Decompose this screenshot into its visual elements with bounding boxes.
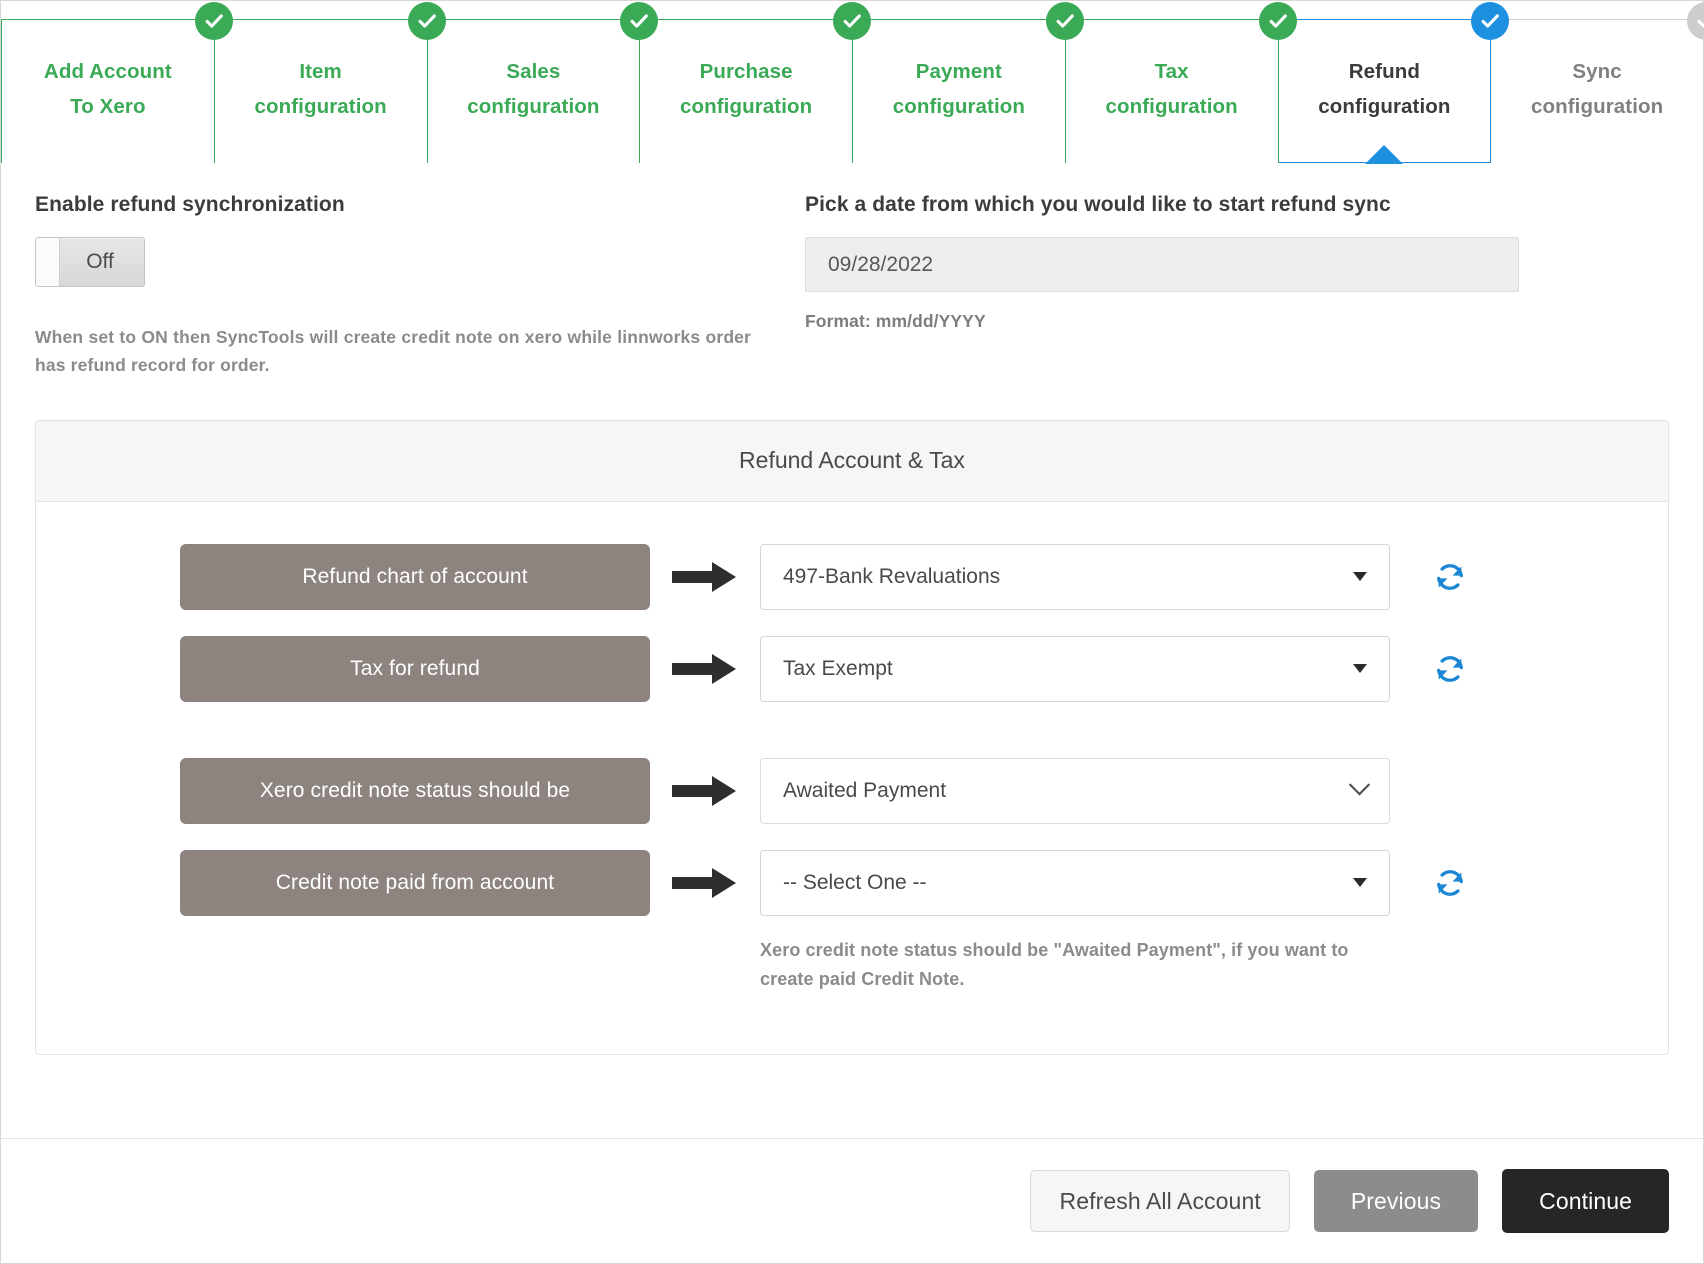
date-picker-column: Pick a date from which you would like to… xyxy=(805,193,1669,380)
check-icon xyxy=(1045,2,1084,40)
row-dropdown[interactable]: Awaited Payment xyxy=(760,757,1390,824)
stepper-step-3[interactable]: Sales configuration xyxy=(427,2,659,163)
row-dropdown[interactable]: Tax Exempt xyxy=(760,635,1390,702)
panel-row: Credit note paid from account -- Select O… xyxy=(36,849,1668,994)
stepper-step-8[interactable]: Sync configuration xyxy=(1491,2,1704,163)
top-settings-grid: Enable refund synchronization Off When s… xyxy=(35,193,1669,380)
check-icon xyxy=(407,2,446,40)
arrow-right-icon xyxy=(650,850,760,916)
row-control: 497-Bank Revaluations xyxy=(760,543,1390,610)
check-icon xyxy=(194,2,233,40)
stepper-step-label: Sync configuration xyxy=(1530,60,1664,119)
page-content: Enable refund synchronization Off When s… xyxy=(1,163,1703,1114)
row-control: Awaited Payment xyxy=(760,757,1390,824)
toggle-knob xyxy=(36,238,60,286)
stepper-step-6[interactable]: Tax configuration xyxy=(1065,2,1297,163)
refresh-icon[interactable] xyxy=(1390,544,1510,610)
dropdown-selected-value: 497-Bank Revaluations xyxy=(783,564,1001,588)
date-value: 09/28/2022 xyxy=(828,252,934,276)
enable-refund-sync-toggle[interactable]: Off xyxy=(35,237,145,287)
row-dropdown[interactable]: 497-Bank Revaluations xyxy=(760,543,1390,610)
footer-actions: Refresh All Account Previous Continue xyxy=(1,1138,1703,1263)
check-icon xyxy=(1687,2,1704,40)
stepper-step-label: Purchase configuration xyxy=(679,60,813,119)
arrow-right-icon xyxy=(650,636,760,702)
refund-sync-start-date-input[interactable]: 09/28/2022 xyxy=(805,237,1519,292)
row-note: Xero credit note status should be "Await… xyxy=(760,939,1349,989)
check-icon xyxy=(833,2,871,40)
stepper-step-2[interactable]: Item configuration xyxy=(214,2,446,163)
stepper-step-1[interactable]: Add Account To Xero xyxy=(1,2,233,163)
dropdown-selected-value: Awaited Payment xyxy=(783,778,947,802)
caret-down-icon[interactable] xyxy=(1353,664,1367,674)
stepper-step-label: Add Account To Xero xyxy=(43,60,172,119)
stepper-step-label: Item configuration xyxy=(254,60,387,119)
check-icon xyxy=(1258,2,1297,40)
enable-refund-sync-title: Enable refund synchronization xyxy=(35,193,345,216)
date-format-note: Format: mm/dd/YYYY xyxy=(805,311,986,331)
check-icon xyxy=(1471,2,1510,40)
arrow-right-icon xyxy=(650,758,760,824)
check-icon xyxy=(620,2,659,40)
refund-configuration-page: Add Account To Xero Item configuration Sal… xyxy=(0,0,1704,1264)
row-control: Tax Exempt xyxy=(760,635,1390,702)
chevron-down-icon[interactable] xyxy=(1348,774,1371,796)
continue-button[interactable]: Continue xyxy=(1502,1169,1669,1233)
row-label-button[interactable]: Refund chart of account xyxy=(180,543,650,610)
panel-row: Refund chart of account 497-Bank Revaluat… xyxy=(36,543,1668,610)
row-control: -- Select One -- Xero credit note status … xyxy=(760,849,1390,994)
date-picker-title: Pick a date from which you would like to… xyxy=(805,193,1391,216)
refresh-all-account-button[interactable]: Refresh All Account xyxy=(1030,1170,1290,1232)
caret-down-icon[interactable] xyxy=(1353,572,1367,582)
caret-down-icon[interactable] xyxy=(1353,878,1367,888)
dropdown-selected-value: -- Select One -- xyxy=(783,870,927,894)
wizard-stepper: Add Account To Xero Item configuration Sal… xyxy=(1,1,1704,164)
row-label-button[interactable]: Xero credit note status should be xyxy=(180,757,650,824)
toggle-state-label: Off xyxy=(86,250,114,273)
refund-sync-hint: When set to ON then SyncTools will creat… xyxy=(35,327,751,376)
arrow-right-icon xyxy=(650,544,760,610)
panel-row: Xero credit note status should be Awaited… xyxy=(36,757,1668,824)
refresh-icon[interactable] xyxy=(1390,850,1510,916)
active-step-caret-icon xyxy=(1365,145,1404,164)
panel-body: Refund chart of account 497-Bank Revaluat… xyxy=(36,502,1668,1054)
stepper-step-label: Payment configuration xyxy=(892,60,1025,119)
row-dropdown[interactable]: -- Select One -- xyxy=(760,849,1390,916)
refund-sync-column: Enable refund synchronization Off When s… xyxy=(35,193,805,380)
stepper-step-label: Tax configuration xyxy=(1105,60,1238,119)
stepper-step-label: Refund configuration xyxy=(1318,60,1451,119)
row-label-button[interactable]: Tax for refund xyxy=(180,635,650,702)
row-label-button[interactable]: Credit note paid from account xyxy=(180,849,650,916)
stepper-step-4[interactable]: Purchase configuration xyxy=(640,2,871,163)
panel-title: Refund Account & Tax xyxy=(36,420,1668,502)
refund-account-tax-panel: Refund Account & Tax Refund chart of acc… xyxy=(35,419,1669,1055)
panel-row: Tax for refund Tax Exempt xyxy=(36,635,1668,702)
stepper-step-7[interactable]: Refund configuration xyxy=(1278,2,1510,164)
refresh-icon[interactable] xyxy=(1390,636,1510,702)
stepper-step-5[interactable]: Payment configuration xyxy=(853,2,1084,163)
previous-button[interactable]: Previous xyxy=(1313,1170,1479,1232)
dropdown-selected-value: Tax Exempt xyxy=(783,656,893,680)
stepper-step-label: Sales configuration xyxy=(467,60,600,119)
